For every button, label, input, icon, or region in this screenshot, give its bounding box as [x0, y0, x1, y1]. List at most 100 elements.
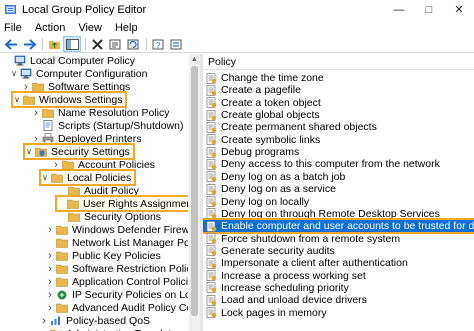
policy-setting-icon: [206, 196, 217, 207]
folder-icon: [56, 303, 68, 313]
chevron-right-icon[interactable]: ›: [46, 250, 54, 262]
refresh-icon[interactable]: [125, 37, 141, 51]
tree-node[interactable]: Network List Manager Policies: [46, 236, 188, 249]
tree-node[interactable]: › Administrative Templates: [40, 327, 184, 331]
chevron-right-icon[interactable]: ›: [32, 133, 40, 145]
printer-icon: [42, 133, 54, 144]
chevron-right-icon[interactable]: ›: [32, 107, 40, 119]
chevron-down-icon[interactable]: ∨: [25, 147, 33, 156]
chevron-right-icon[interactable]: ›: [46, 263, 54, 275]
view-icon[interactable]: [168, 37, 184, 51]
forward-icon[interactable]: [21, 37, 37, 51]
menu-action[interactable]: Action: [35, 22, 66, 34]
show-hide-tree-icon[interactable]: [63, 36, 81, 52]
tree-node[interactable]: ∨ Windows Settings: [10, 91, 128, 108]
tree-node-label: Local Computer Policy: [30, 54, 136, 67]
tree-node[interactable]: ∨ Security Settings: [23, 143, 135, 160]
chevron-right-icon[interactable]: ›: [22, 81, 30, 93]
policy-label: Create symbolic links: [221, 133, 321, 146]
chevron-down-icon[interactable]: ∨: [10, 69, 18, 78]
policy-row[interactable]: Increase a process working set: [203, 270, 474, 282]
policy-row[interactable]: Debug programs: [203, 146, 474, 158]
up-folder-icon[interactable]: [46, 37, 62, 51]
policy-label: Deny access to this computer from the ne…: [221, 158, 440, 171]
policy-row[interactable]: Deny access to this computer from the ne…: [203, 158, 474, 170]
policy-row[interactable]: Force shutdown from a remote system: [203, 233, 474, 245]
menu-file[interactable]: File: [4, 22, 22, 34]
tree-node[interactable]: Security Options: [58, 210, 162, 223]
policy-label: Debug programs: [221, 146, 300, 159]
scrollbar-thumb[interactable]: [191, 66, 198, 316]
chevron-right-icon[interactable]: ›: [52, 159, 60, 171]
minimize-icon[interactable]: —: [384, 0, 414, 19]
chevron-right-icon[interactable]: ›: [46, 289, 54, 301]
tree-node[interactable]: › IP Security Policies on Local Com: [46, 288, 188, 301]
chevron-right-icon[interactable]: ›: [46, 276, 54, 288]
policy-row[interactable]: Change the time zone: [203, 72, 474, 84]
tree-node-label: Local Policies: [67, 171, 132, 184]
chevron-down-icon[interactable]: ∨: [41, 173, 49, 182]
folder-icon: [32, 82, 44, 92]
policy-row[interactable]: Deny log on as a batch job: [203, 171, 474, 183]
policy-label: Create a pagefile: [221, 84, 301, 97]
tree-node-label: Advanced Audit Policy Configu: [72, 301, 188, 314]
properties-icon[interactable]: [107, 37, 123, 51]
policy-row[interactable]: Lock pages in memory: [203, 307, 474, 319]
policy-row[interactable]: Create a token object: [203, 97, 474, 109]
policy-row[interactable]: Create symbolic links: [203, 134, 474, 146]
policy-row[interactable]: Impersonate a client after authenticatio…: [203, 257, 474, 269]
folder-icon: [68, 186, 80, 196]
column-header-policy[interactable]: Policy: [203, 54, 474, 70]
policy-row[interactable]: Generate security audits: [203, 245, 474, 257]
scroll-up-icon[interactable]: ▲: [189, 54, 200, 65]
folder-icon: [56, 277, 68, 287]
tree-node-label: Application Control Policies: [72, 275, 188, 288]
tree-node[interactable]: › Software Settings: [22, 80, 131, 93]
tree-node[interactable]: › Name Resolution Policy: [32, 106, 170, 119]
policy-label: Create global objects: [221, 109, 320, 122]
back-icon[interactable]: [3, 37, 19, 51]
tree-node[interactable]: › Public Key Policies: [46, 249, 162, 262]
policy-row[interactable]: Create a pagefile: [203, 84, 474, 96]
tree-node[interactable]: › Account Policies: [52, 158, 156, 171]
tree-node[interactable]: Audit Policy: [58, 184, 140, 197]
chevron-right-icon[interactable]: ›: [46, 302, 54, 314]
help-icon[interactable]: ?: [150, 37, 166, 51]
menu-help[interactable]: Help: [115, 22, 138, 34]
tree-node-label: Windows Settings: [39, 93, 123, 106]
tree-node[interactable]: › Windows Defender Firewall with A: [46, 223, 188, 236]
chevron-right-icon[interactable]: ›: [40, 315, 48, 327]
tree-node[interactable]: Scripts (Startup/Shutdown): [32, 119, 184, 132]
policy-setting-icon: [206, 134, 217, 146]
menu-view[interactable]: View: [78, 22, 102, 34]
policy-row[interactable]: Load and unload device drivers: [203, 294, 474, 306]
policy-row-selected[interactable]: Enable computer and user accounts to be …: [203, 218, 474, 235]
tree-node[interactable]: Local Computer Policy: [4, 54, 136, 67]
policy-setting-icon: [206, 245, 217, 257]
policy-setting-icon: [206, 208, 217, 220]
tree-node[interactable]: › Policy-based QoS: [40, 314, 151, 327]
tree-node[interactable]: User Rights Assignment: [54, 195, 188, 212]
tree-node[interactable]: › Deployed Printers: [32, 132, 142, 145]
maximize-icon[interactable]: □: [414, 0, 444, 19]
policy-row[interactable]: Create global objects: [203, 109, 474, 121]
policy-row[interactable]: Deny log on locally: [203, 196, 474, 208]
policy-row[interactable]: Create permanent shared objects: [203, 121, 474, 133]
chevron-right-icon[interactable]: ›: [40, 328, 48, 331]
chevron-right-icon[interactable]: ›: [46, 224, 54, 236]
folder-icon: [56, 251, 68, 261]
tree-node[interactable]: › Software Restriction Policies: [46, 262, 188, 275]
tree-node[interactable]: ∨ Computer Configuration: [10, 67, 148, 80]
delete-icon[interactable]: [89, 37, 105, 51]
policy-row[interactable]: Deny log on through Remote Desktop Servi…: [203, 208, 474, 220]
policy-row[interactable]: Increase scheduling priority: [203, 282, 474, 294]
close-icon[interactable]: ✕: [444, 0, 474, 19]
policy-label: Deny log on as a service: [221, 183, 336, 196]
tree-node[interactable]: › Application Control Policies: [46, 275, 188, 288]
chevron-down-icon[interactable]: ∨: [13, 95, 21, 104]
policy-label: Enable computer and user accounts to be …: [221, 220, 474, 233]
tree-node[interactable]: › Advanced Audit Policy Configu: [46, 301, 188, 314]
tree-node[interactable]: ∨ Local Policies: [38, 169, 137, 186]
tree-scrollbar[interactable]: ▲: [189, 54, 200, 331]
policy-row[interactable]: Deny log on as a service: [203, 183, 474, 195]
